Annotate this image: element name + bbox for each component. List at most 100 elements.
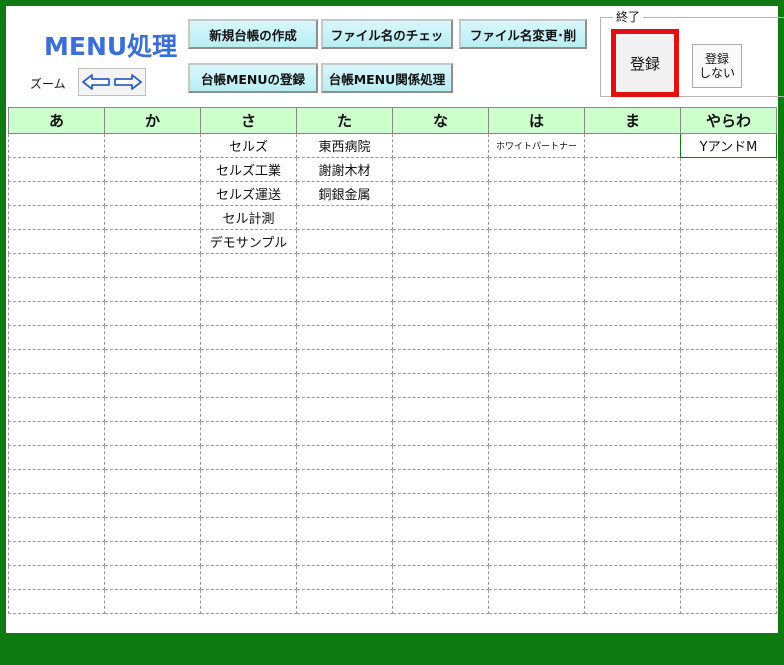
grid-cell[interactable]	[392, 325, 489, 350]
grid-cell[interactable]	[488, 277, 585, 302]
grid-cell[interactable]	[680, 493, 777, 518]
grid-cell[interactable]	[488, 229, 585, 254]
grid-cell[interactable]	[8, 445, 105, 470]
grid-cell[interactable]	[104, 301, 201, 326]
grid-cell[interactable]	[488, 205, 585, 230]
grid-cell[interactable]: デモサンプル	[200, 229, 297, 254]
grid-cell[interactable]	[104, 397, 201, 422]
grid-cell[interactable]	[680, 229, 777, 254]
grid-cell[interactable]	[8, 301, 105, 326]
grid-cell[interactable]	[680, 181, 777, 206]
grid-cell[interactable]	[8, 205, 105, 230]
grid-cell[interactable]	[584, 277, 681, 302]
grid-cell[interactable]	[488, 565, 585, 590]
grid-cell[interactable]	[104, 277, 201, 302]
grid-cell[interactable]	[584, 325, 681, 350]
grid-cell[interactable]	[680, 589, 777, 614]
grid-cell[interactable]: セルズ	[200, 133, 297, 158]
grid-cell[interactable]	[488, 397, 585, 422]
grid-cell[interactable]	[104, 469, 201, 494]
grid-cell[interactable]	[584, 589, 681, 614]
grid-cell[interactable]	[8, 397, 105, 422]
grid-cell[interactable]	[392, 517, 489, 542]
grid-cell[interactable]	[392, 445, 489, 470]
grid-cell[interactable]	[680, 349, 777, 374]
grid-cell[interactable]	[488, 469, 585, 494]
grid-cell[interactable]	[200, 373, 297, 398]
grid-cell[interactable]	[8, 349, 105, 374]
grid-cell[interactable]	[296, 469, 393, 494]
grid-cell[interactable]	[104, 157, 201, 182]
grid-cell[interactable]	[680, 517, 777, 542]
grid-cell[interactable]	[8, 157, 105, 182]
grid-cell[interactable]	[392, 373, 489, 398]
grid-cell[interactable]	[8, 325, 105, 350]
grid-cell[interactable]	[104, 205, 201, 230]
grid-cell[interactable]	[296, 517, 393, 542]
grid-cell[interactable]	[296, 541, 393, 566]
column-header-ha[interactable]: は	[488, 107, 585, 134]
grid-cell[interactable]	[104, 373, 201, 398]
grid-cell[interactable]	[104, 589, 201, 614]
grid-cell[interactable]	[488, 157, 585, 182]
grid-cell[interactable]	[104, 133, 201, 158]
grid-cell[interactable]	[104, 541, 201, 566]
grid-cell[interactable]	[296, 205, 393, 230]
grid-cell[interactable]	[296, 301, 393, 326]
grid-cell[interactable]	[584, 397, 681, 422]
grid-cell[interactable]	[584, 133, 681, 158]
grid-cell[interactable]	[584, 445, 681, 470]
grid-cell[interactable]	[680, 301, 777, 326]
grid-cell[interactable]	[8, 493, 105, 518]
grid-cell[interactable]	[200, 301, 297, 326]
grid-cell[interactable]	[8, 133, 105, 158]
column-header-na[interactable]: な	[392, 107, 489, 134]
grid-cell[interactable]	[296, 397, 393, 422]
zoom-in-arrow-icon[interactable]	[113, 72, 143, 92]
grid-cell[interactable]	[104, 325, 201, 350]
column-header-ma[interactable]: ま	[584, 107, 681, 134]
grid-cell[interactable]	[584, 157, 681, 182]
grid-cell[interactable]	[488, 253, 585, 278]
grid-cell[interactable]	[104, 421, 201, 446]
grid-cell[interactable]: ホワイトパートナー	[488, 133, 585, 158]
grid-cell[interactable]	[104, 181, 201, 206]
grid-cell[interactable]	[200, 517, 297, 542]
grid-cell[interactable]	[296, 325, 393, 350]
grid-cell[interactable]: セルズ運送	[200, 181, 297, 206]
grid-cell[interactable]	[680, 541, 777, 566]
grid-cell[interactable]	[584, 493, 681, 518]
ledger-menu-process-button[interactable]: 台帳MENU関係処理	[321, 63, 453, 93]
grid-cell[interactable]	[296, 277, 393, 302]
grid-cell[interactable]	[584, 181, 681, 206]
column-header-ta[interactable]: た	[296, 107, 393, 134]
grid-cell[interactable]: 東西病院	[296, 133, 393, 158]
grid-cell[interactable]	[200, 493, 297, 518]
rename-delete-file-button[interactable]: ファイル名変更･削	[459, 19, 587, 49]
grid-cell[interactable]	[200, 565, 297, 590]
grid-cell[interactable]	[200, 541, 297, 566]
grid-cell[interactable]	[200, 469, 297, 494]
grid-cell[interactable]	[680, 325, 777, 350]
grid-cell[interactable]	[8, 277, 105, 302]
grid-cell[interactable]	[104, 565, 201, 590]
grid-cell[interactable]	[392, 229, 489, 254]
grid-cell[interactable]	[392, 493, 489, 518]
grid-cell[interactable]	[392, 253, 489, 278]
grid-cell[interactable]	[296, 445, 393, 470]
grid-cell[interactable]	[584, 541, 681, 566]
grid-cell[interactable]: 謝謝木材	[296, 157, 393, 182]
grid-cell[interactable]	[104, 493, 201, 518]
grid-cell[interactable]	[392, 205, 489, 230]
grid-cell[interactable]	[488, 517, 585, 542]
grid-cell[interactable]: 銅銀金属	[296, 181, 393, 206]
create-ledger-button[interactable]: 新規台帳の作成	[188, 19, 318, 49]
grid-cell[interactable]	[584, 229, 681, 254]
grid-cell[interactable]	[296, 253, 393, 278]
column-header-a[interactable]: あ	[8, 107, 105, 134]
grid-cell[interactable]	[392, 421, 489, 446]
grid-cell[interactable]	[392, 301, 489, 326]
grid-cell[interactable]: YアンドM	[680, 133, 777, 158]
no-register-button[interactable]: 登録 しない	[692, 44, 742, 88]
grid-cell[interactable]	[680, 373, 777, 398]
